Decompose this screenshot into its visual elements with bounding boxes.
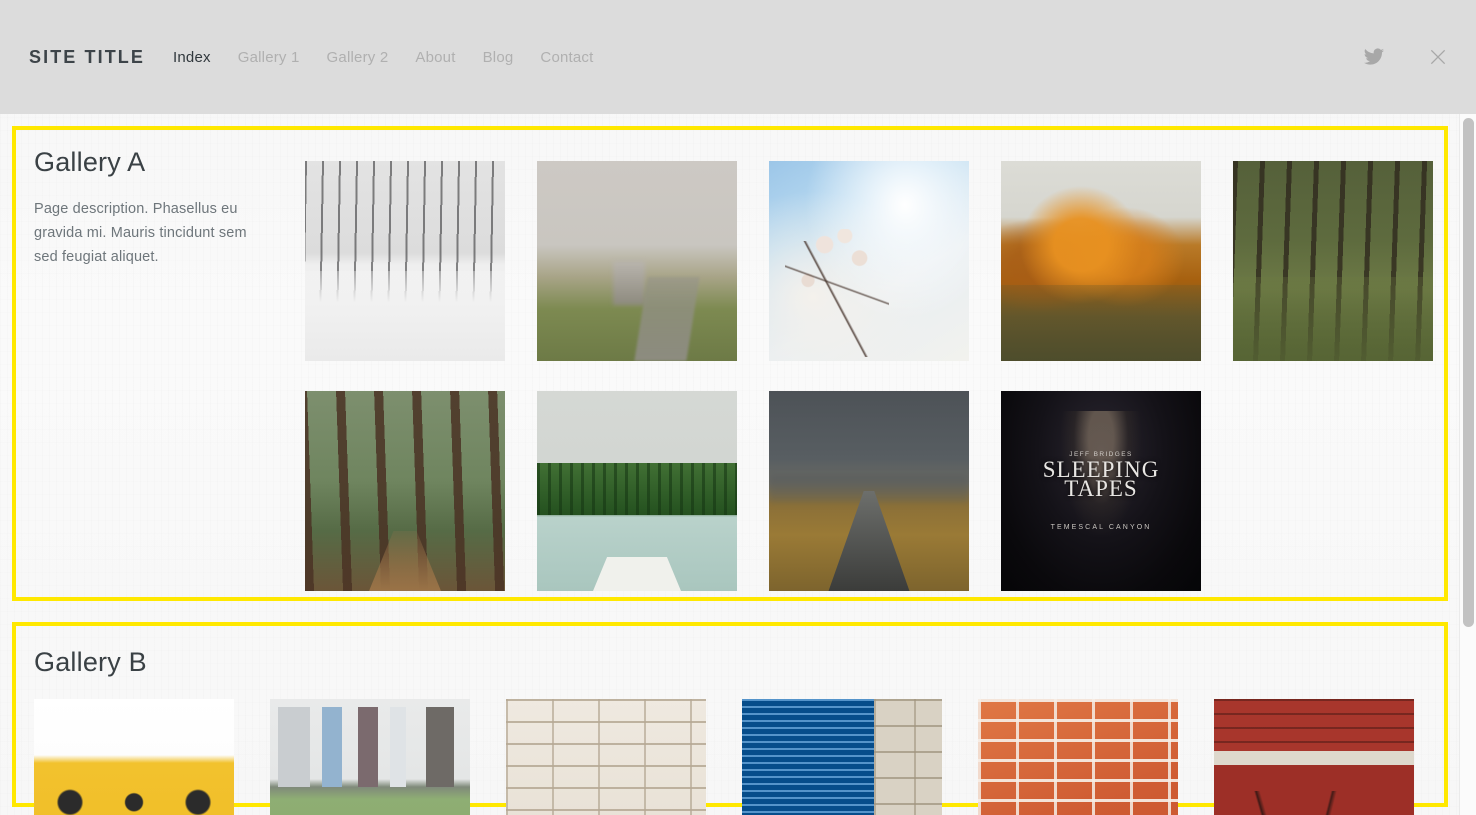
gallery-b-section: Gallery B: [12, 622, 1448, 815]
photo-image: [769, 391, 969, 591]
gallery-b-grid: [34, 699, 1414, 815]
photo-image: [537, 161, 737, 361]
photo-orange-brick-wall[interactable]: [978, 699, 1178, 815]
gallery-a-description: Page description. Phasellus eu gravida m…: [34, 201, 247, 265]
gallery-a-title: Gallery A: [34, 147, 146, 177]
photo-snowy-birch-forest[interactable]: [305, 161, 505, 361]
photo-yellow-building-facade[interactable]: [34, 699, 234, 815]
photo-blue-shutter-wall[interactable]: [742, 699, 942, 815]
photo-image: [305, 391, 505, 591]
twitter-icon[interactable]: [1360, 43, 1388, 71]
photo-image: [305, 161, 505, 361]
photo-stormy-moor-road[interactable]: [769, 391, 969, 591]
photo-image: [742, 699, 942, 815]
photo-green-beech-woods[interactable]: [1233, 161, 1433, 361]
photo-cherry-blossom-sky[interactable]: [769, 161, 969, 361]
photo-sleeping-tapes-album[interactable]: JEFF BRIDGES SLEEPING TAPES TEMESCAL CAN…: [1001, 391, 1201, 591]
photo-city-skyline-meadow[interactable]: [270, 699, 470, 815]
close-icon[interactable]: [1424, 43, 1452, 71]
gallery-a-section: Gallery A Page description. Phasellus eu…: [12, 126, 1448, 601]
main-navigation: Index Gallery 1 Gallery 2 About Blog Con…: [173, 49, 594, 66]
photo-image: [506, 699, 706, 815]
photo-image: [1233, 161, 1433, 361]
photo-image: [1214, 699, 1414, 815]
page-content: Gallery A Page description. Phasellus eu…: [0, 114, 1459, 815]
photo-autumn-birch-grove[interactable]: [1001, 161, 1201, 361]
nav-item-contact[interactable]: Contact: [540, 49, 593, 66]
photo-misty-highland-valley[interactable]: [537, 161, 737, 361]
photo-lake-and-forest[interactable]: [537, 391, 737, 591]
photo-image: [769, 161, 969, 361]
site-header: SITE TITLE Index Gallery 1 Gallery 2 Abo…: [0, 0, 1476, 114]
nav-item-gallery-1[interactable]: Gallery 1: [238, 49, 300, 66]
photo-image: [537, 391, 737, 591]
photo-image: [978, 699, 1178, 815]
photo-image: [1001, 161, 1201, 361]
vertical-scrollbar-thumb[interactable]: [1463, 118, 1474, 627]
album-title-line-2: TAPES: [1064, 476, 1138, 501]
gallery-a-intro: Gallery A Page description. Phasellus eu…: [34, 147, 284, 269]
photo-image: [34, 699, 234, 815]
nav-item-about[interactable]: About: [415, 49, 455, 66]
header-actions: [1360, 0, 1476, 114]
gallery-a-grid: JEFF BRIDGES SLEEPING TAPES TEMESCAL CAN…: [305, 161, 1435, 591]
photo-cream-brick-wall[interactable]: [506, 699, 706, 815]
album-subtitle: TEMESCAL CANYON: [1050, 524, 1152, 531]
photo-red-graffiti-wall[interactable]: [1214, 699, 1414, 815]
nav-item-gallery-2[interactable]: Gallery 2: [327, 49, 389, 66]
nav-item-index[interactable]: Index: [173, 49, 211, 66]
site-title[interactable]: SITE TITLE: [29, 47, 145, 68]
vertical-scrollbar-track[interactable]: [1459, 114, 1476, 815]
page-viewport: SITE TITLE Index Gallery 1 Gallery 2 Abo…: [0, 0, 1476, 815]
nav-item-blog[interactable]: Blog: [483, 49, 514, 66]
photo-redwood-trail[interactable]: [305, 391, 505, 591]
photo-image: [270, 699, 470, 815]
gallery-b-title: Gallery B: [34, 647, 147, 677]
